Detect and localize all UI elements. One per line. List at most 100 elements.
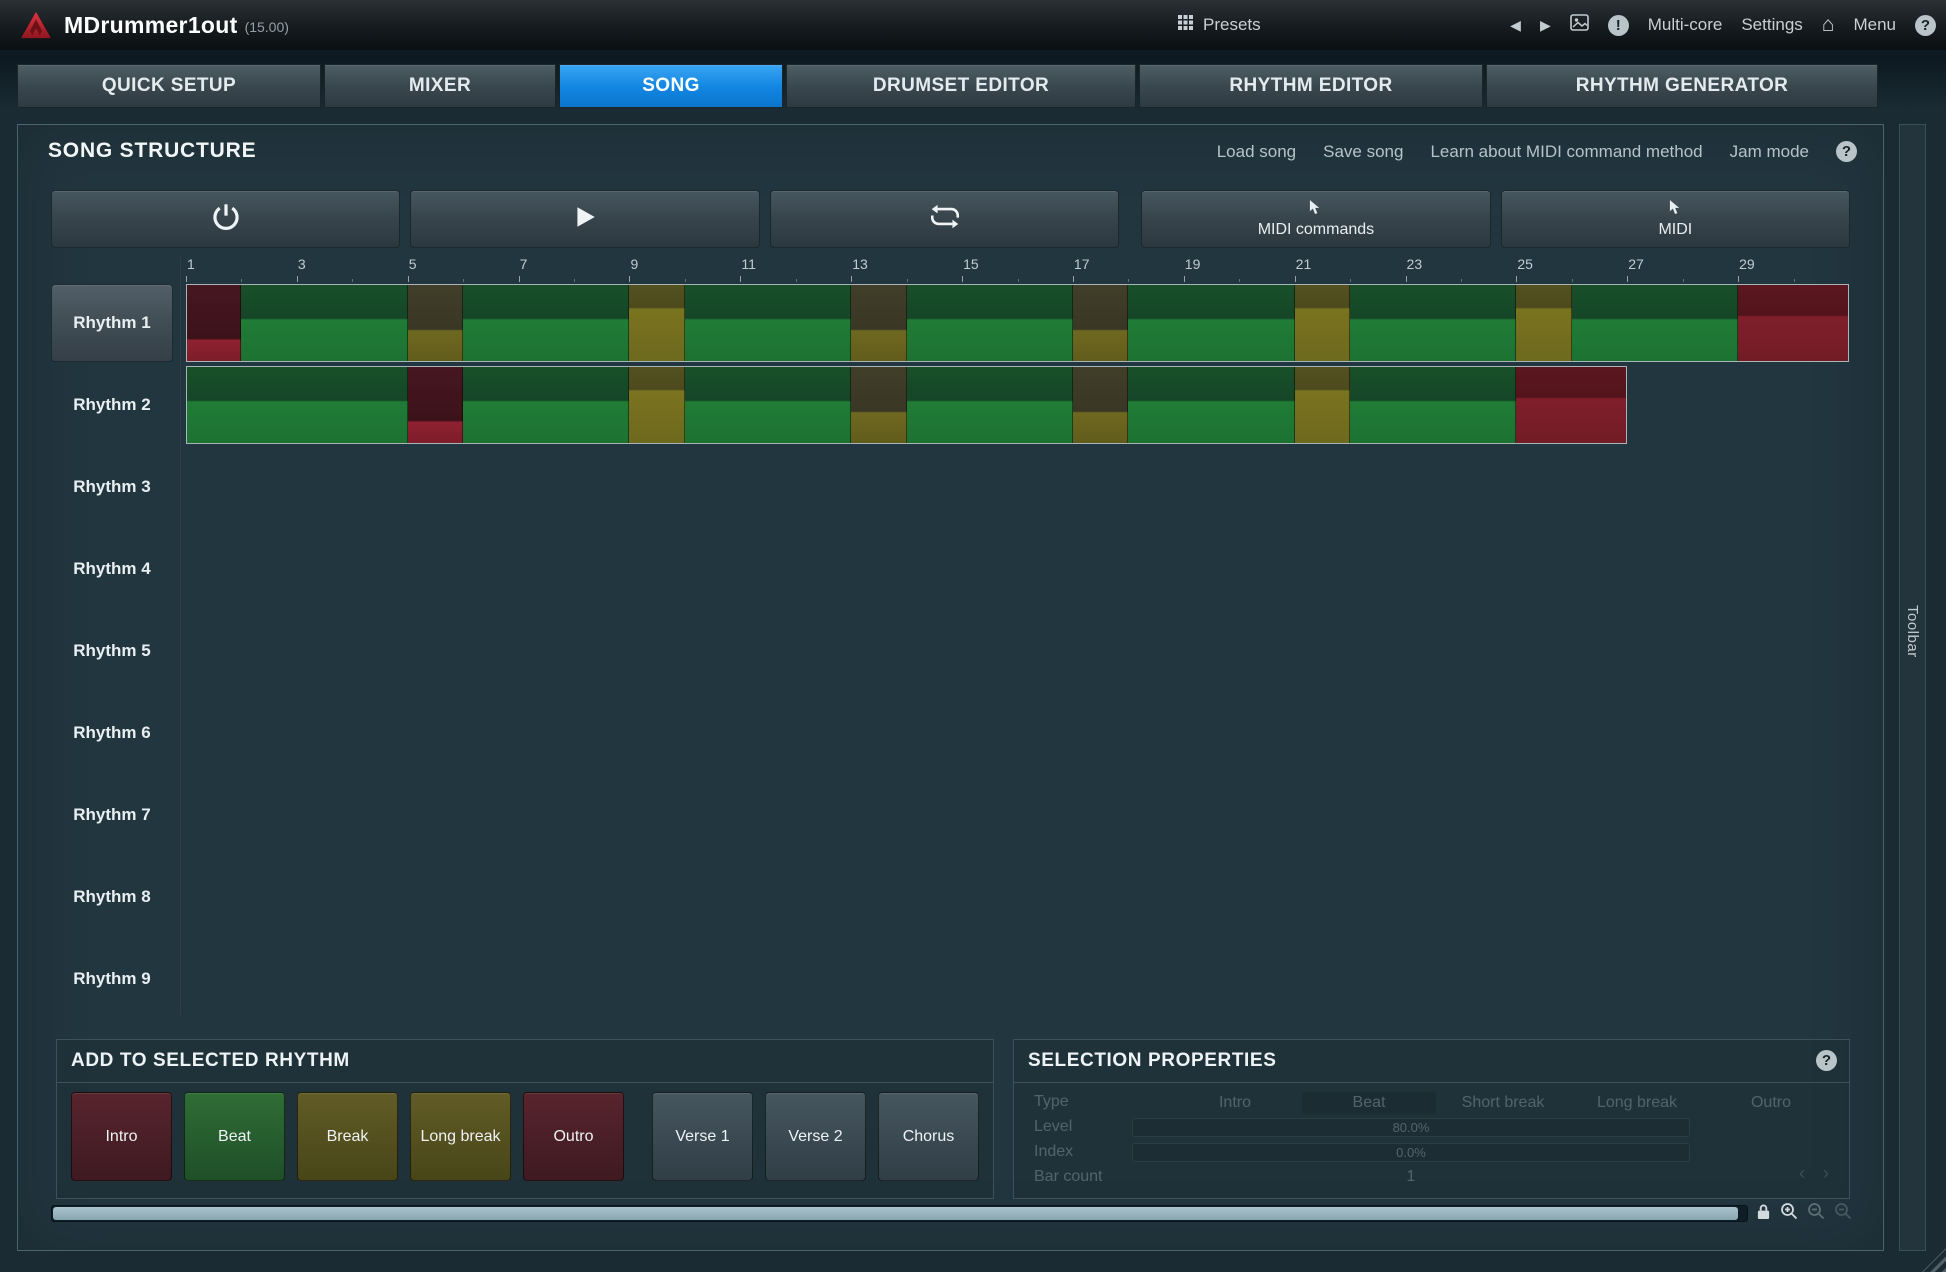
segment-beat[interactable] — [241, 284, 407, 362]
image-icon[interactable] — [1570, 14, 1589, 36]
type-option-outro[interactable]: Outro — [1704, 1092, 1838, 1114]
load-song-link[interactable]: Load song — [1217, 142, 1296, 162]
track-label-rhythm-4[interactable]: Rhythm 4 — [51, 530, 173, 608]
segment-beat[interactable] — [685, 284, 851, 362]
add-intro-button[interactable]: Intro — [71, 1092, 172, 1181]
save-song-link[interactable]: Save song — [1323, 142, 1403, 162]
track-label-rhythm-5[interactable]: Rhythm 5 — [51, 612, 173, 690]
segment-beat[interactable] — [463, 366, 629, 444]
help-icon[interactable]: ? — [1816, 1050, 1837, 1071]
presets-button[interactable]: Presets — [1178, 15, 1261, 35]
track-label-rhythm-1[interactable]: Rhythm 1 — [51, 284, 173, 362]
segment-beat[interactable] — [1128, 284, 1294, 362]
midi-button[interactable]: MIDI — [1501, 190, 1850, 248]
track-lane-rhythm-3[interactable] — [186, 448, 1849, 526]
track-label-rhythm-8[interactable]: Rhythm 8 — [51, 858, 173, 936]
bar-count-value[interactable]: 1 — [1132, 1168, 1690, 1186]
index-slider[interactable]: 0.0% — [1132, 1143, 1690, 1162]
tab-drumset-editor[interactable]: DRUMSET EDITOR — [786, 64, 1136, 108]
alert-icon[interactable]: ! — [1608, 15, 1629, 36]
segment-longbreak[interactable] — [1295, 284, 1350, 362]
segment-longbreak[interactable] — [629, 366, 684, 444]
segment-beat[interactable] — [1350, 284, 1516, 362]
segment-outro[interactable] — [1738, 284, 1849, 362]
next-selection-icon[interactable]: › — [1823, 1163, 1829, 1184]
menu-button[interactable]: Menu — [1853, 15, 1896, 35]
track-lane-rhythm-9[interactable] — [186, 940, 1849, 1018]
zoom-out-icon[interactable] — [1807, 1202, 1825, 1225]
add-verse-2-button[interactable]: Verse 2 — [765, 1092, 866, 1181]
segment-beat[interactable] — [463, 284, 629, 362]
tab-mixer[interactable]: MIXER — [324, 64, 556, 108]
settings-button[interactable]: Settings — [1741, 15, 1802, 35]
segment-beat[interactable] — [1572, 284, 1738, 362]
segment-longbreak[interactable] — [629, 284, 684, 362]
segment-beat[interactable] — [685, 366, 851, 444]
segment-intro[interactable] — [408, 366, 463, 444]
tab-song[interactable]: SONG — [559, 64, 783, 108]
lock-icon[interactable] — [1756, 1203, 1771, 1225]
segment-intro[interactable] — [186, 284, 241, 362]
segment-beat[interactable] — [1350, 366, 1516, 444]
track-label-rhythm-6[interactable]: Rhythm 6 — [51, 694, 173, 772]
segment-outro[interactable] — [1516, 366, 1627, 444]
home-icon[interactable]: ⌂ — [1822, 13, 1835, 37]
bar-ruler[interactable]: 1357911131517192123252729 — [186, 255, 1849, 282]
multi-core-button[interactable]: Multi-core — [1648, 15, 1723, 35]
zoom-reset-icon[interactable] — [1834, 1202, 1852, 1225]
segment-beat[interactable] — [907, 284, 1073, 362]
jam-mode-link[interactable]: Jam mode — [1730, 142, 1809, 162]
add-long-break-button[interactable]: Long break — [410, 1092, 511, 1181]
add-verse-1-button[interactable]: Verse 1 — [652, 1092, 753, 1181]
track-lane-rhythm-2[interactable] — [186, 366, 1849, 444]
type-option-beat[interactable]: Beat — [1302, 1092, 1436, 1114]
track-lane-rhythm-4[interactable] — [186, 530, 1849, 608]
history-back-icon[interactable]: ◀ — [1510, 17, 1521, 34]
add-outro-button[interactable]: Outro — [523, 1092, 624, 1181]
help-icon[interactable]: ? — [1915, 15, 1936, 36]
type-option-long-break[interactable]: Long break — [1570, 1092, 1704, 1114]
resize-grip-icon[interactable] — [1922, 1248, 1946, 1272]
tab-rhythm-editor[interactable]: RHYTHM EDITOR — [1139, 64, 1483, 108]
play-button[interactable] — [410, 190, 759, 248]
track-lane-rhythm-6[interactable] — [186, 694, 1849, 772]
segment-beat[interactable] — [186, 366, 408, 444]
type-option-intro[interactable]: Intro — [1168, 1092, 1302, 1114]
help-icon[interactable]: ? — [1836, 141, 1857, 162]
track-label-rhythm-2[interactable]: Rhythm 2 — [51, 366, 173, 444]
type-option-short-break[interactable]: Short break — [1436, 1092, 1570, 1114]
track-lane-rhythm-8[interactable] — [186, 858, 1849, 936]
track-label-rhythm-9[interactable]: Rhythm 9 — [51, 940, 173, 1018]
app-version: (15.00) — [245, 15, 289, 35]
segment-longbreak[interactable] — [1516, 284, 1571, 362]
add-beat-button[interactable]: Beat — [184, 1092, 285, 1181]
power-button[interactable] — [51, 190, 400, 248]
add-break-button[interactable]: Break — [297, 1092, 398, 1181]
segment-break[interactable] — [851, 366, 906, 444]
track-label-rhythm-7[interactable]: Rhythm 7 — [51, 776, 173, 854]
midi-commands-button[interactable]: MIDI commands — [1141, 190, 1490, 248]
history-forward-icon[interactable]: ▶ — [1540, 17, 1551, 34]
segment-longbreak[interactable] — [1295, 366, 1350, 444]
level-slider[interactable]: 80.0% — [1132, 1118, 1690, 1137]
segment-beat[interactable] — [907, 366, 1073, 444]
segment-break[interactable] — [408, 284, 463, 362]
track-lane-rhythm-1[interactable] — [186, 284, 1849, 362]
scrollbar-thumb[interactable] — [53, 1207, 1738, 1220]
track-label-rhythm-3[interactable]: Rhythm 3 — [51, 448, 173, 526]
track-lane-rhythm-7[interactable] — [186, 776, 1849, 854]
loop-button[interactable] — [770, 190, 1119, 248]
segment-break[interactable] — [1073, 366, 1128, 444]
tab-quick-setup[interactable]: QUICK SETUP — [17, 64, 321, 108]
segment-break[interactable] — [1073, 284, 1128, 362]
prev-selection-icon[interactable]: ‹ — [1799, 1163, 1805, 1184]
zoom-in-icon[interactable] — [1780, 1202, 1798, 1225]
midi-method-link[interactable]: Learn about MIDI command method — [1430, 142, 1702, 162]
tab-rhythm-generator[interactable]: RHYTHM GENERATOR — [1486, 64, 1878, 108]
toolbar-strip[interactable]: Toolbar — [1899, 124, 1926, 1251]
add-chorus-button[interactable]: Chorus — [878, 1092, 979, 1181]
segment-beat[interactable] — [1128, 366, 1294, 444]
horizontal-scrollbar[interactable] — [51, 1205, 1748, 1222]
track-lane-rhythm-5[interactable] — [186, 612, 1849, 690]
segment-break[interactable] — [851, 284, 906, 362]
